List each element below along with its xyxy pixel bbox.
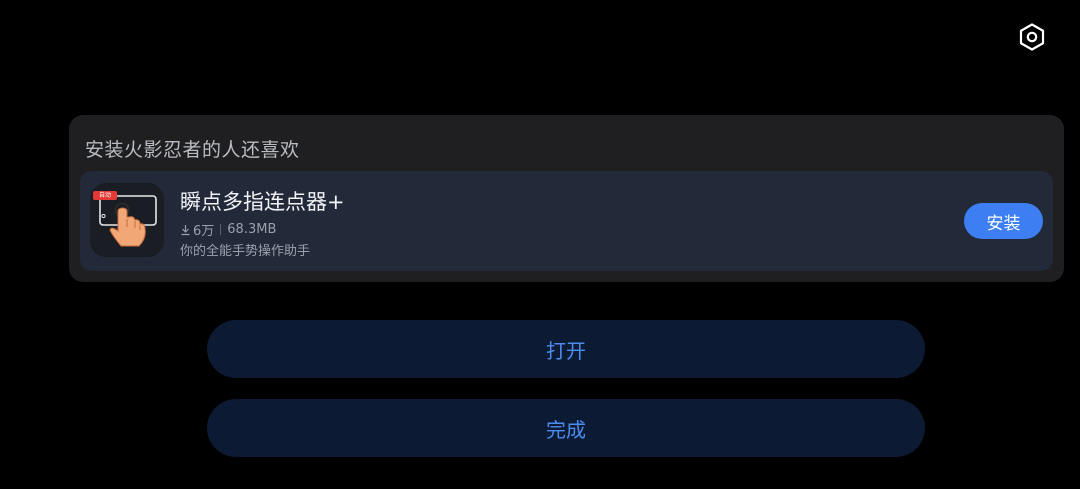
- open-button[interactable]: 打开: [207, 320, 925, 378]
- app-icon: 自动: [90, 183, 164, 257]
- install-complete-screen: 安装火影忍者的人还喜欢 自动 瞬点多指连点器+ 6万 68.3MB 你的全能手势…: [0, 0, 1080, 489]
- install-button[interactable]: 安装: [964, 203, 1043, 239]
- done-button[interactable]: 完成: [207, 399, 925, 457]
- settings-button[interactable]: [1014, 19, 1050, 55]
- app-description: 你的全能手势操作助手: [180, 244, 311, 259]
- app-name: 瞬点多指连点器+: [180, 190, 345, 214]
- app-meta: 6万 68.3MB: [180, 220, 276, 239]
- app-size: 68.3MB: [227, 222, 277, 237]
- recommendation-title: 安装火影忍者的人还喜欢: [85, 139, 300, 161]
- recommended-app-item[interactable]: 自动 瞬点多指连点器+ 6万 68.3MB 你的全能手势操作助手 安装: [80, 171, 1053, 271]
- download-icon: [181, 224, 190, 235]
- recommendation-card: 安装火影忍者的人还喜欢 自动 瞬点多指连点器+ 6万 68.3MB 你的全能手势…: [69, 115, 1064, 282]
- app-downloads: 6万: [193, 224, 215, 239]
- settings-hexagon-icon: [1019, 23, 1045, 51]
- app-icon-badge: 自动: [98, 192, 111, 199]
- meta-divider: [220, 224, 222, 235]
